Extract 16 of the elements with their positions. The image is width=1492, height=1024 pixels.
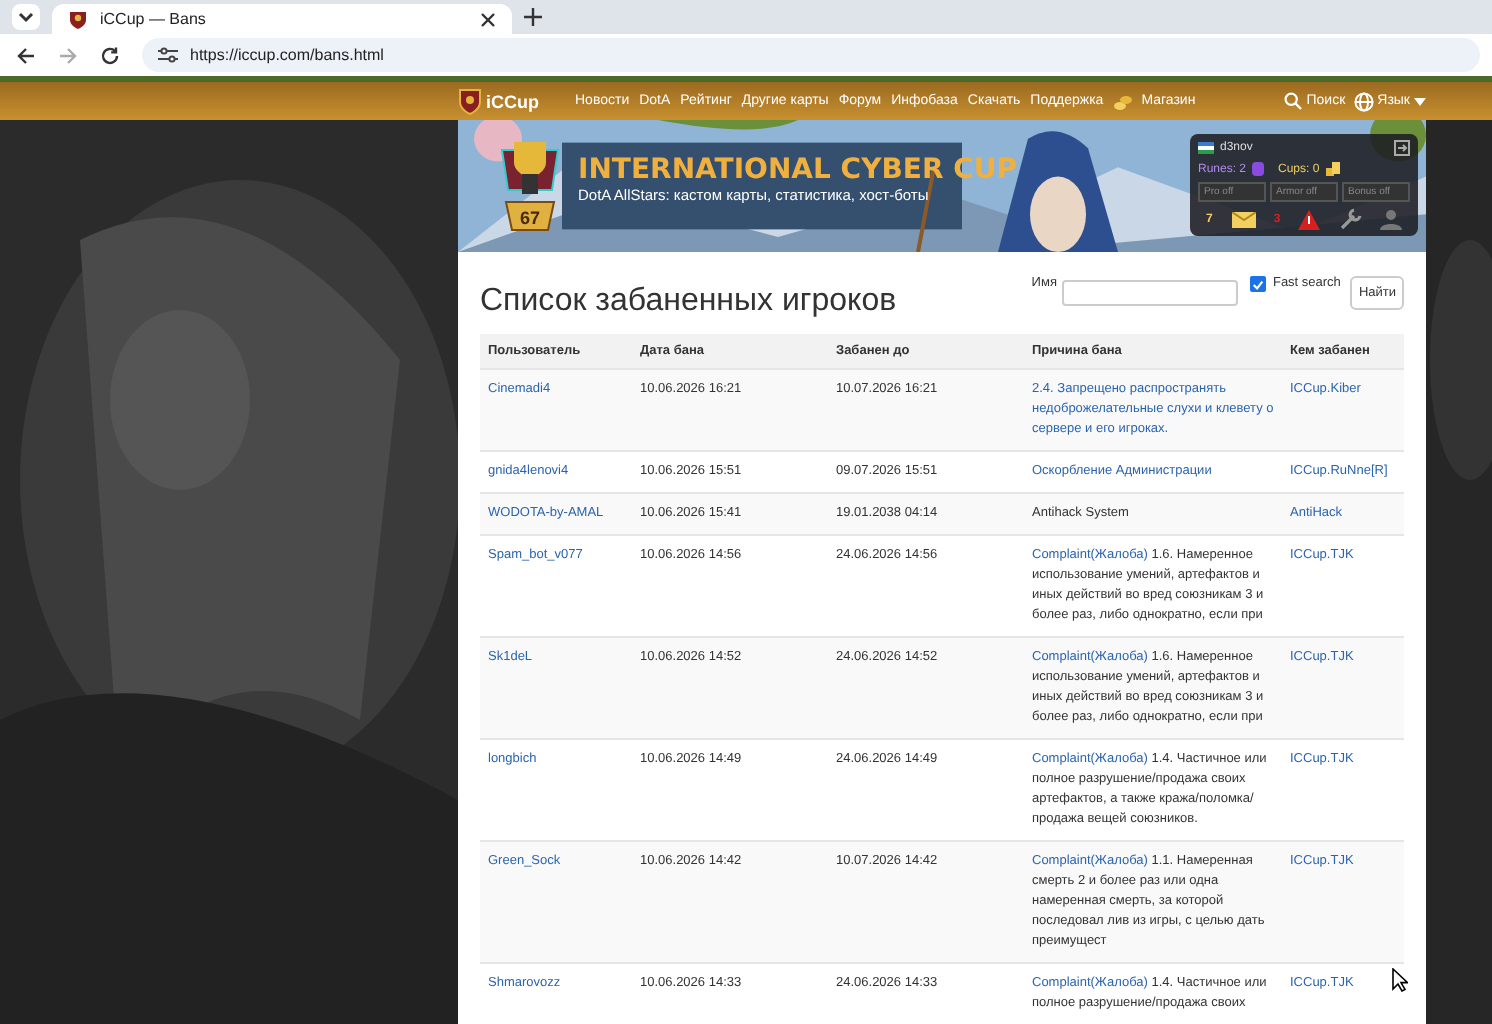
caret-icon [1414, 97, 1426, 105]
back-icon[interactable] [16, 45, 36, 65]
reload-icon[interactable] [100, 45, 120, 65]
site-settings-icon[interactable] [158, 46, 178, 64]
globe-icon [1353, 91, 1374, 111]
close-icon[interactable] [480, 11, 496, 27]
site-logo[interactable]: iCCup [458, 87, 539, 115]
tab-title: iCCup — Bans [100, 10, 208, 28]
tab-list-button[interactable] [12, 4, 40, 30]
coins-icon [1113, 91, 1132, 111]
chevron-down-icon [18, 11, 34, 23]
address-bar[interactable]: https://iccup.com/bans.html [142, 38, 1480, 72]
shield-icon [68, 9, 88, 29]
search-icon [1284, 92, 1303, 110]
browser-tab[interactable]: iCCup — Bans [52, 4, 512, 34]
new-tab-icon[interactable] [524, 8, 542, 26]
